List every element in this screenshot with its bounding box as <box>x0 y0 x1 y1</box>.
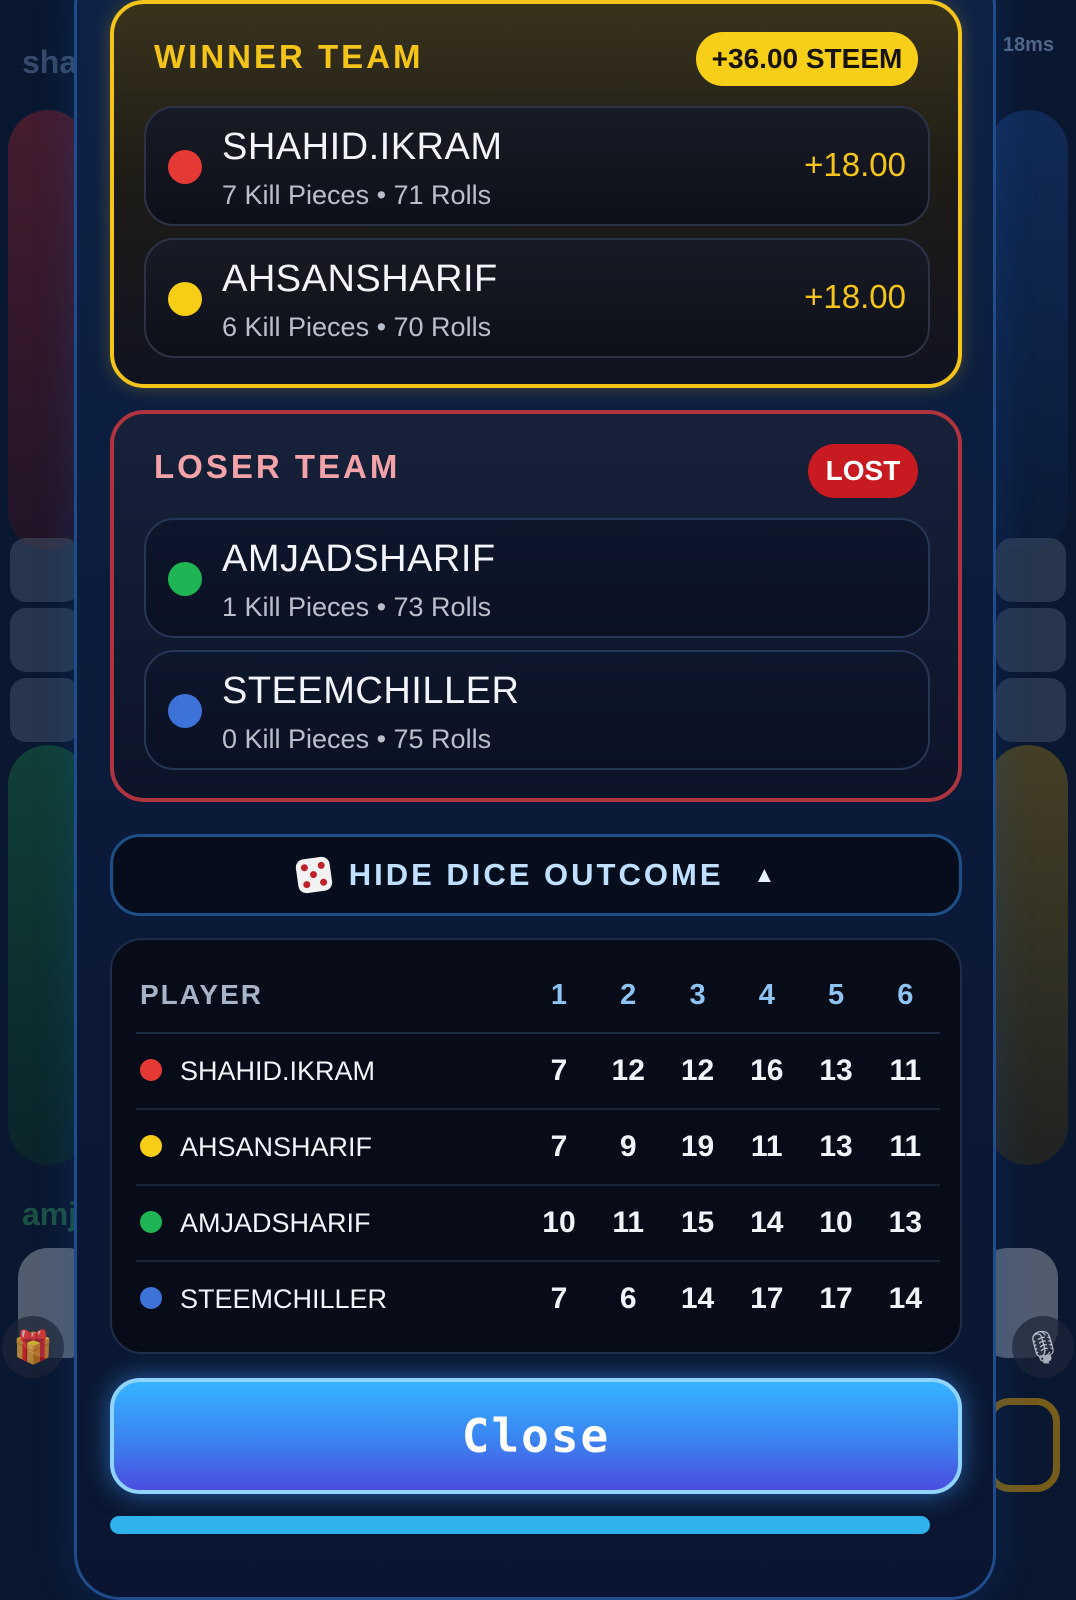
player-color-dot <box>168 150 202 184</box>
gift-icon[interactable]: 🎁 <box>2 1316 64 1378</box>
dice-count-cell: 11 <box>870 1109 940 1186</box>
dice-count-cell: 14 <box>888 1282 923 1315</box>
player-winnings: +18.00 <box>804 278 906 315</box>
column-header-6: 6 <box>870 958 940 1034</box>
player-name: AMJADSHARIF <box>180 1207 371 1238</box>
dice-count-cell: 14 <box>680 1282 715 1315</box>
player-stats: 7 Kill Pieces • 71 Rolls <box>222 180 492 210</box>
dice-count-cell: 10 <box>524 1185 594 1262</box>
dice-count-cell: 7 <box>524 1033 594 1110</box>
background-tab <box>996 678 1066 742</box>
player-color-dot <box>140 1211 162 1234</box>
winner-team-title: WINNER TEAM <box>154 38 424 75</box>
player-cell: AHSANSHARIF <box>136 1109 525 1186</box>
player-name: SHAHID.IKRAM <box>222 126 503 168</box>
collapse-arrow-icon: ▲ <box>753 862 776 887</box>
toggle-label: HIDE DICE OUTCOME <box>348 857 724 892</box>
dice-count-cell: 11 <box>870 1033 940 1110</box>
player-color-dot <box>168 694 202 728</box>
loser-player-card: STEEMCHILLER 0 Kill Pieces • 75 Rolls <box>144 650 930 770</box>
background-tab <box>10 538 80 602</box>
microphone-icon[interactable]: 🎙 <box>1012 1316 1074 1378</box>
player-cell: AMJADSHARIF <box>136 1185 525 1262</box>
dice-count-cell: 13 <box>801 1109 871 1186</box>
column-header-3: 3 <box>662 958 733 1034</box>
close-button[interactable]: Close <box>110 1378 962 1494</box>
column-header-2: 2 <box>593 958 663 1034</box>
dice-icon <box>294 855 333 895</box>
winner-team-section: WINNER TEAM +36.00 STEEM SHAHID.IKRAM 7 … <box>110 0 962 388</box>
dice-count-cell: 7 <box>550 1282 568 1315</box>
dice-count-cell: 12 <box>593 1033 663 1110</box>
background-ring <box>986 1398 1060 1492</box>
dice-count-cell: 14 <box>732 1185 802 1262</box>
player-name: AHSANSHARIF <box>222 258 498 300</box>
table-row: AMJADSHARIF 10 11 15 14 10 13 <box>136 1185 940 1262</box>
lost-badge: LOST <box>808 444 918 498</box>
player-name: STEEMCHILLER <box>222 670 520 712</box>
winner-player-card: AHSANSHARIF 6 Kill Pieces • 70 Rolls +18… <box>144 238 930 358</box>
loser-team-section: LOSER TEAM LOST AMJADSHARIF 1 Kill Piece… <box>110 410 962 802</box>
dice-count-cell: 11 <box>593 1185 663 1262</box>
player-stats: 0 Kill Pieces • 75 Rolls <box>222 724 492 754</box>
dice-count-cell: 7 <box>524 1109 594 1186</box>
player-color-dot <box>140 1287 162 1310</box>
background-player-name-bottom: amj <box>22 1196 78 1232</box>
player-color-dot <box>140 1135 162 1158</box>
table-header-row: PLAYER 1 2 3 4 5 6 <box>136 958 940 1034</box>
column-header-1: 1 <box>524 958 594 1034</box>
yellow-player-panel <box>988 745 1068 1165</box>
table-row: AHSANSHARIF 7 9 19 11 13 11 <box>136 1109 940 1186</box>
hide-dice-outcome-button[interactable]: HIDE DICE OUTCOME ▲ <box>110 834 962 916</box>
latency-indicator: 18ms <box>1002 34 1054 56</box>
player-stats: 1 Kill Pieces • 73 Rolls <box>222 592 492 622</box>
dice-count-cell: 11 <box>732 1109 802 1186</box>
dice-count-cell: 10 <box>801 1185 871 1262</box>
player-name: SHAHID.IKRAM <box>180 1055 376 1086</box>
dice-count-cell: 9 <box>593 1109 663 1186</box>
dice-count-cell: 19 <box>662 1109 733 1186</box>
player-color-dot <box>140 1059 162 1082</box>
dice-count-cell: 16 <box>732 1033 802 1110</box>
winner-prize-badge: +36.00 STEEM <box>696 32 918 86</box>
background-tab <box>10 678 80 742</box>
table-row: SHAHID.IKRAM 7 12 12 16 13 11 <box>136 1033 940 1110</box>
progress-fill <box>110 1516 930 1534</box>
table-row: STEEMCHILLER 7 6 14 17 17 14 <box>136 1261 940 1336</box>
column-header-5: 5 <box>801 958 871 1034</box>
dice-count-cell: 15 <box>662 1185 733 1262</box>
loser-team-title: LOSER TEAM <box>154 448 401 485</box>
column-header-4: 4 <box>732 958 802 1034</box>
dice-count-cell: 13 <box>870 1185 940 1262</box>
background-tab <box>10 608 80 672</box>
dice-count-cell: 12 <box>662 1033 733 1110</box>
dice-count-cell: 6 <box>619 1282 637 1315</box>
player-name: STEEMCHILLER <box>180 1283 388 1314</box>
winner-player-card: SHAHID.IKRAM 7 Kill Pieces • 71 Rolls +1… <box>144 106 930 226</box>
progress-bar <box>110 1516 930 1534</box>
player-name: AHSANSHARIF <box>180 1131 373 1162</box>
dice-count-cell: 17 <box>750 1282 784 1315</box>
background-tab <box>996 608 1066 672</box>
player-color-dot <box>168 562 202 596</box>
dice-outcome-table: PLAYER 1 2 3 4 5 6 SHAHID.IKRAM 7 12 12 … <box>110 938 962 1354</box>
column-header-player: PLAYER <box>136 958 525 1034</box>
background-tab <box>996 538 1066 602</box>
player-stats: 6 Kill Pieces • 70 Rolls <box>222 312 492 342</box>
dice-count-cell: 13 <box>801 1033 871 1110</box>
player-name: AMJADSHARIF <box>222 538 496 580</box>
player-cell: SHAHID.IKRAM <box>136 1033 525 1110</box>
player-cell: STEEMCHILLER <box>136 1261 524 1336</box>
background-player-name-top: sha <box>22 44 78 80</box>
loser-player-card: AMJADSHARIF 1 Kill Pieces • 73 Rolls <box>144 518 930 638</box>
player-winnings: +18.00 <box>804 146 906 183</box>
player-color-dot <box>168 282 202 316</box>
blue-player-panel <box>988 110 1068 550</box>
dice-count-cell: 17 <box>819 1282 853 1315</box>
